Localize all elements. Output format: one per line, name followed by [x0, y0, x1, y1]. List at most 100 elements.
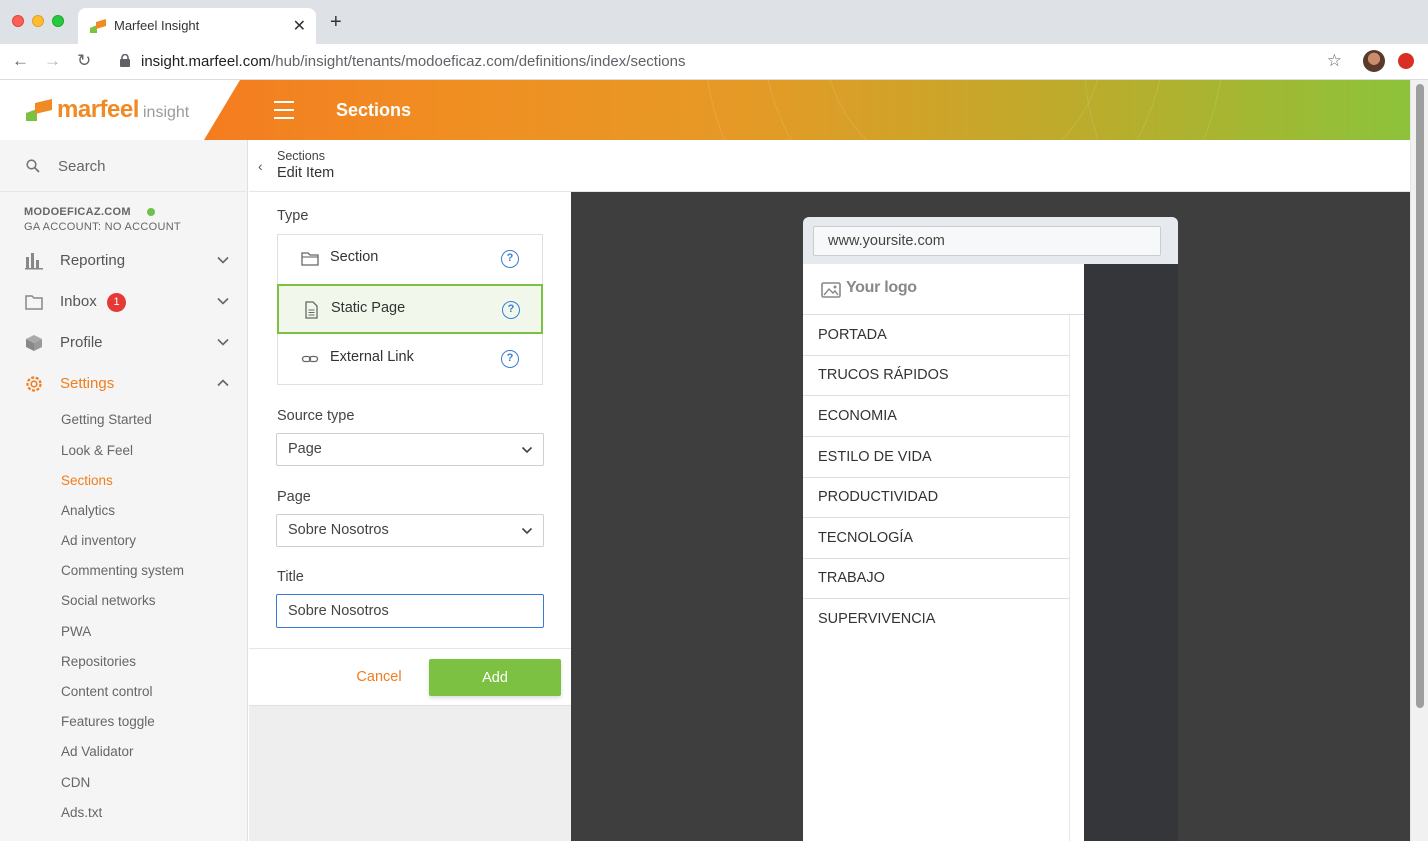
preview-menu-item: TRABAJO	[803, 558, 1069, 599]
type-label: Type	[277, 208, 309, 224]
preview-menu-label: PORTADA	[818, 327, 887, 343]
chevron-down-icon	[217, 338, 229, 346]
reload-icon[interactable]: ↻	[77, 52, 91, 70]
account-ga-status: GA ACCOUNT: NO ACCOUNT	[24, 221, 181, 233]
preview-menu-item: ESTILO DE VIDA	[803, 437, 1069, 478]
add-button[interactable]: Add	[429, 659, 561, 696]
chevron-down-icon	[521, 527, 533, 535]
preview-url: www.yoursite.com	[828, 233, 945, 249]
type-option-label: Static Page	[331, 300, 406, 316]
folder-icon	[25, 295, 43, 310]
type-option-external-link[interactable]: External Link ?	[277, 334, 543, 384]
chevron-down-icon	[217, 256, 229, 264]
tab-title: Marfeel Insight	[114, 18, 200, 33]
logo-subtitle: insight	[143, 104, 190, 121]
breadcrumb-parent[interactable]: Sections	[277, 149, 325, 163]
menu-toggle-icon[interactable]	[274, 101, 294, 119]
back-icon[interactable]: ←	[12, 52, 29, 70]
preview-menu-label: TECNOLOGÍA	[818, 530, 914, 546]
preview-menu-label: ESTILO DE VIDA	[818, 449, 932, 465]
account-status-dot	[147, 208, 155, 216]
logo-text: marfeel	[57, 96, 139, 123]
url-text: insight.marfeel.com/hub/insight/tenants/…	[141, 53, 685, 70]
window-minimize-button[interactable]	[32, 15, 44, 27]
new-tab-icon[interactable]: +	[330, 12, 342, 32]
type-option-label: Section	[330, 249, 379, 265]
gear-icon	[26, 376, 42, 392]
settings-item-getting-started[interactable]: Getting Started	[61, 412, 152, 427]
source-type-select[interactable]: Page	[276, 433, 544, 466]
page-title: Sections	[336, 100, 412, 120]
settings-item-social-networks[interactable]: Social networks	[61, 593, 156, 608]
settings-item-commenting-system[interactable]: Commenting system	[61, 563, 184, 578]
settings-item-ads-txt[interactable]: Ads.txt	[61, 805, 102, 820]
document-icon	[305, 301, 318, 319]
inbox-count-badge: 1	[107, 293, 126, 312]
chevron-left-icon[interactable]: ‹	[258, 158, 263, 174]
profile-avatar[interactable]	[1363, 50, 1385, 72]
settings-item-ad-inventory[interactable]: Ad inventory	[61, 533, 136, 548]
marfeel-logo-icon	[26, 99, 52, 121]
type-option-section[interactable]: Section ?	[277, 234, 543, 284]
settings-item-repositories[interactable]: Repositories	[61, 654, 136, 669]
settings-item-features-toggle[interactable]: Features toggle	[61, 714, 155, 729]
help-icon[interactable]: ?	[501, 350, 519, 368]
type-option-static-page[interactable]: Static Page ?	[277, 284, 543, 334]
settings-item-content-control[interactable]: Content control	[61, 684, 153, 699]
page-value: Sobre Nosotros	[288, 522, 389, 538]
page-select[interactable]: Sobre Nosotros	[276, 514, 544, 547]
page-scrollbar-thumb[interactable]	[1416, 84, 1424, 708]
tab-close-icon[interactable]: ✕	[293, 16, 306, 36]
source-type-value: Page	[288, 441, 322, 457]
preview-menu-drawer: Your logo PORTADA TRUCOS RÁPIDOS ECONOMI…	[803, 264, 1084, 841]
sidebar-item-label: Reporting	[60, 252, 126, 269]
sidebar-item-inbox[interactable]: Inbox 1	[0, 284, 248, 320]
chevron-down-icon	[521, 446, 533, 454]
sidebar-item-profile[interactable]: Profile	[0, 325, 248, 361]
folder-icon	[301, 252, 319, 266]
settings-item-sections[interactable]: Sections	[61, 473, 113, 488]
preview-drawer-scrollbar	[1069, 315, 1084, 841]
preview-url-field: www.yoursite.com	[813, 226, 1161, 256]
browser-tab[interactable]: Marfeel Insight ✕	[78, 8, 316, 44]
title-input[interactable]	[276, 594, 544, 628]
cancel-button[interactable]: Cancel	[349, 661, 409, 693]
search-icon	[26, 159, 40, 173]
mobile-preview: www.yoursite.com Your logo PORTADA TRUCO…	[803, 217, 1178, 841]
preview-menu-label: SUPERVIVENCIA	[818, 611, 936, 627]
cube-icon	[26, 335, 42, 351]
settings-item-pwa[interactable]: PWA	[61, 624, 91, 639]
url-field[interactable]: insight.marfeel.com/hub/insight/tenants/…	[108, 49, 1352, 75]
breadcrumb	[249, 140, 1410, 192]
settings-item-cdn[interactable]: CDN	[61, 775, 90, 790]
page-label: Page	[277, 489, 311, 505]
settings-item-ad-validator[interactable]: Ad Validator	[61, 744, 134, 759]
chevron-down-icon	[217, 297, 229, 305]
help-icon[interactable]: ?	[501, 250, 519, 268]
image-icon	[821, 282, 841, 298]
preview-menu-item: PORTADA	[803, 315, 1069, 356]
url-path: /hub/insight/tenants/modoeficaz.com/defi…	[271, 53, 686, 70]
sidebar-item-reporting[interactable]: Reporting	[0, 243, 248, 279]
sidebar-item-label: Settings	[60, 375, 115, 392]
preview-menu-item: TECNOLOGÍA	[803, 518, 1069, 559]
sidebar-item-settings[interactable]: Settings	[0, 366, 248, 402]
window-zoom-button[interactable]	[52, 15, 64, 27]
preview-menu-label: PRODUCTIVIDAD	[818, 489, 939, 505]
title-label: Title	[277, 569, 304, 585]
window-close-button[interactable]	[12, 15, 24, 27]
forward-icon[interactable]: →	[44, 52, 61, 70]
help-icon[interactable]: ?	[502, 301, 520, 319]
settings-item-analytics[interactable]: Analytics	[61, 503, 115, 518]
preview-menu-label: TRABAJO	[818, 570, 885, 586]
account-name: MODOEFICAZ.COM	[24, 206, 131, 218]
preview-menu-item: SUPERVIVENCIA	[803, 599, 1069, 640]
settings-item-look-and-feel[interactable]: Look & Feel	[61, 443, 133, 458]
bar-chart-icon	[25, 253, 43, 270]
search-input[interactable]	[58, 155, 228, 177]
bookmark-star-icon[interactable]: ☆	[1327, 51, 1342, 71]
extension-icon[interactable]	[1398, 53, 1414, 69]
browser-tab-bar: Marfeel Insight ✕ +	[0, 0, 1428, 44]
lock-icon	[120, 54, 130, 67]
chevron-up-icon	[217, 379, 229, 387]
